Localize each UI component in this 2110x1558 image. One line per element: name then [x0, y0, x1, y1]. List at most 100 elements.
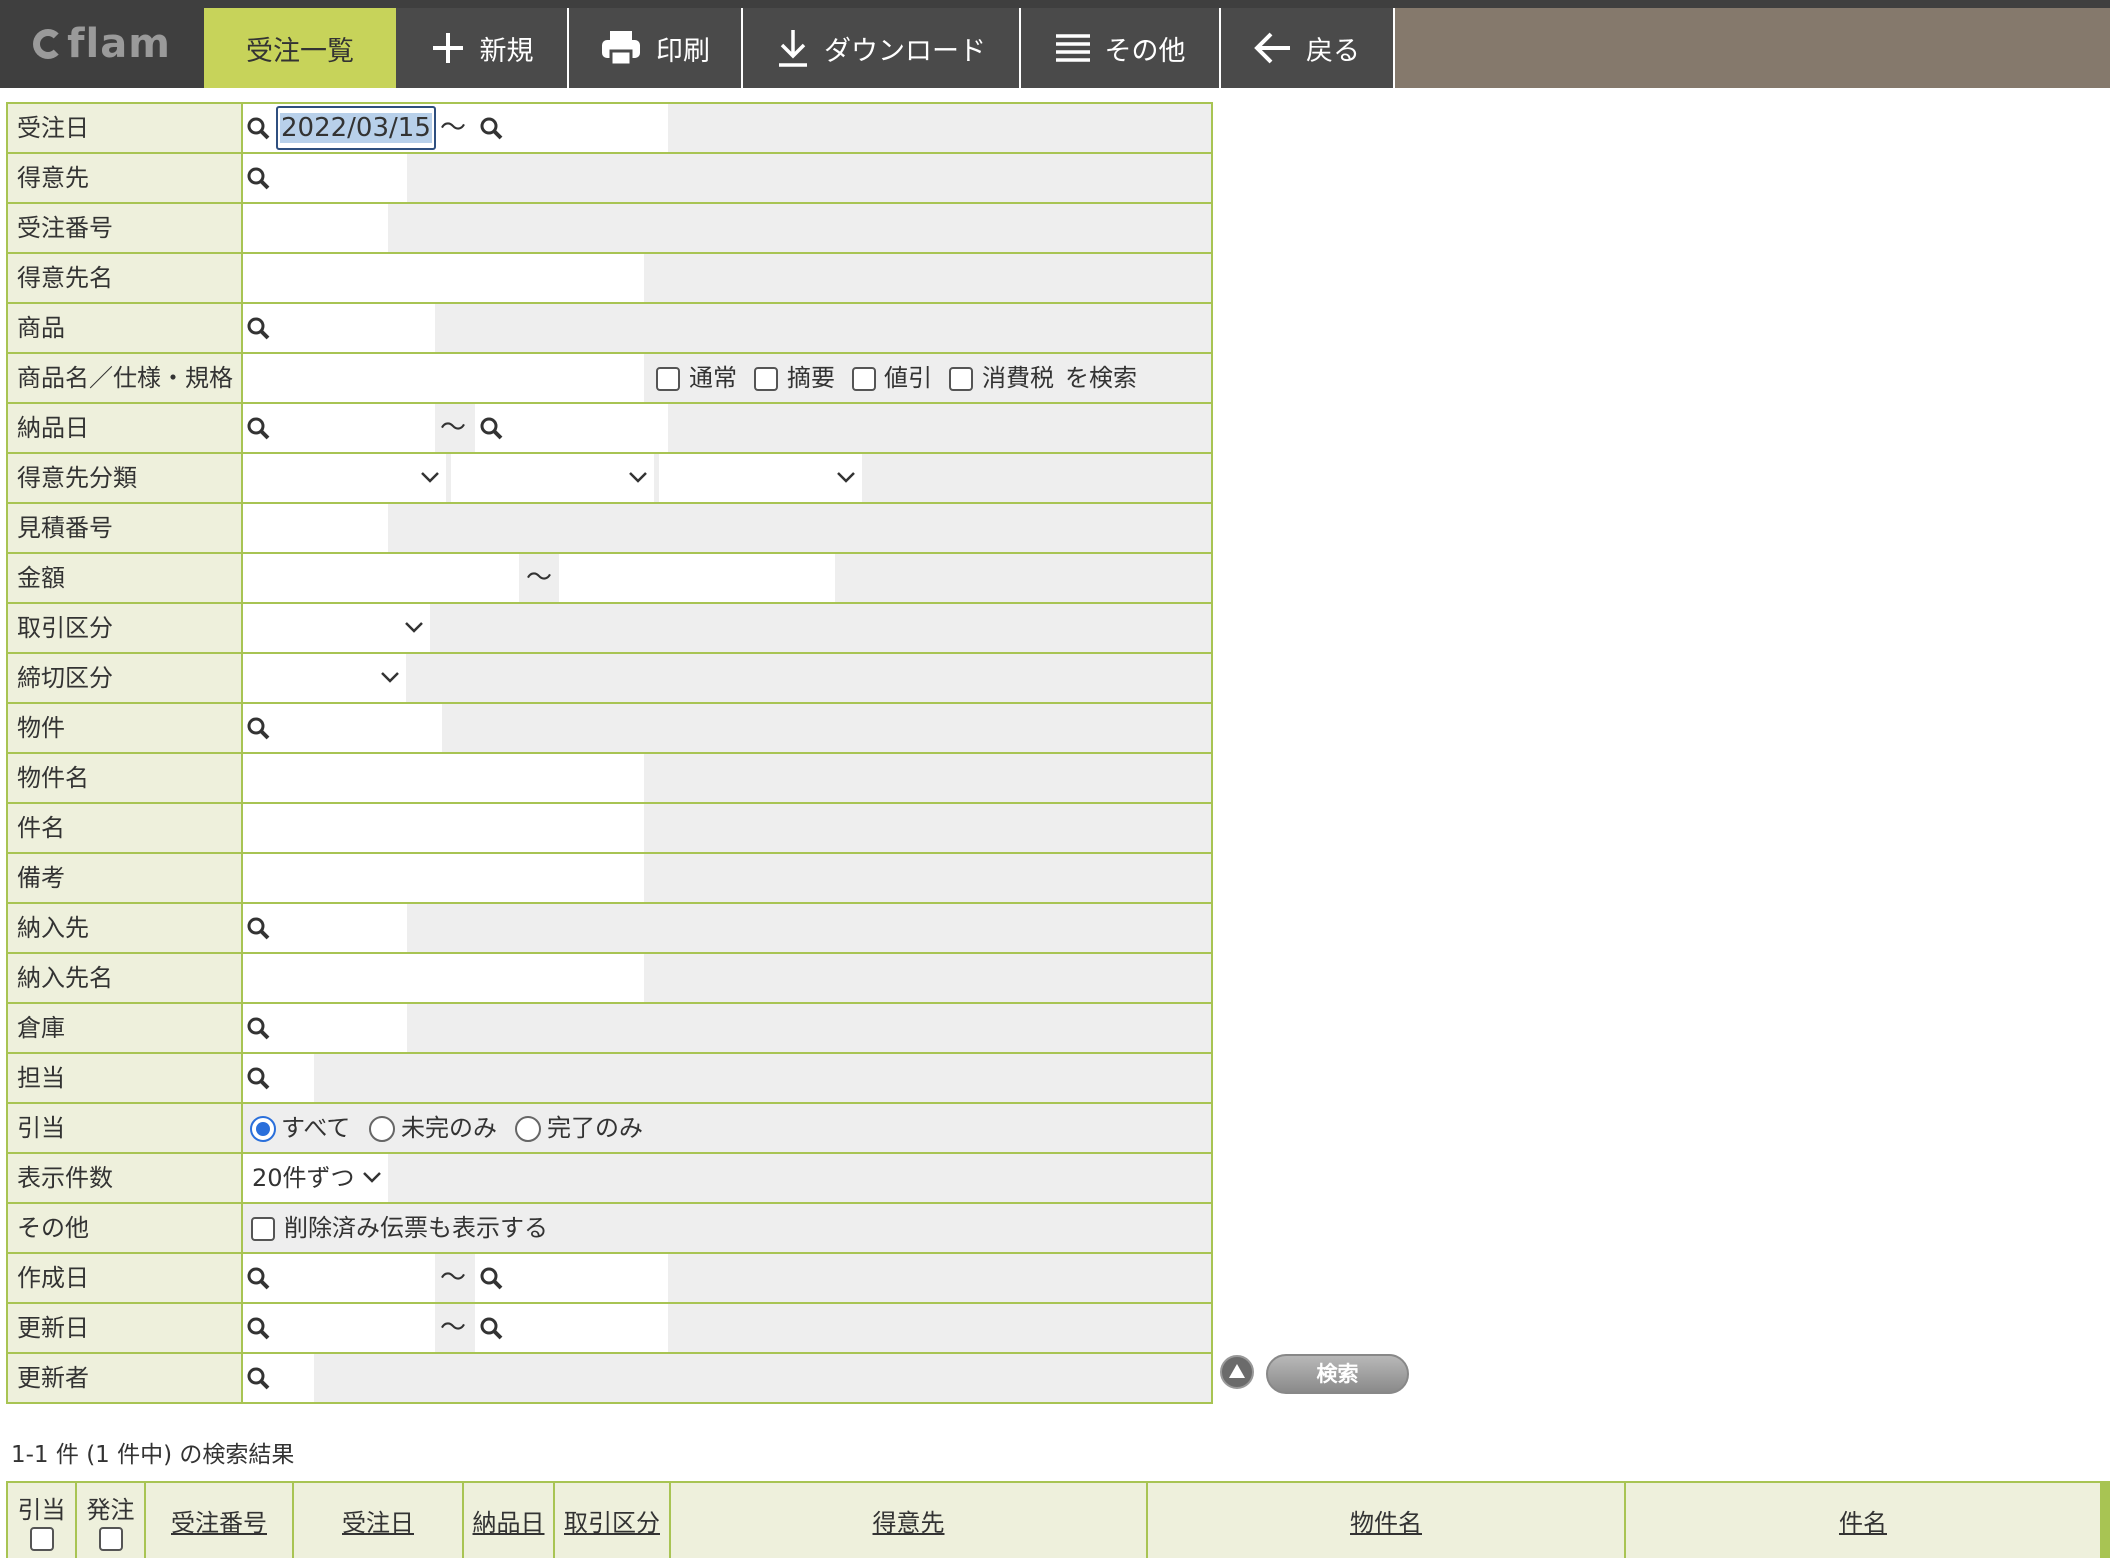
row-product-spec: 商品名／仕様・規格 通常 摘要 値引 消費税 を検索 — [8, 354, 1211, 402]
col-order-date[interactable]: 受注日 — [294, 1483, 462, 1558]
label-estimate-no: 見積番号 — [8, 504, 241, 552]
logo-mark-icon — [33, 29, 64, 59]
estimate-no-input[interactable] — [243, 504, 388, 552]
print-button[interactable]: 印刷 — [569, 8, 743, 88]
order-date-from-input[interactable]: 2022/03/15 — [276, 106, 436, 150]
search-icon[interactable] — [246, 916, 270, 940]
collapse-toggle-icon[interactable] — [1220, 1355, 1254, 1389]
search-icon[interactable] — [246, 1366, 270, 1390]
search-form: 受注日 2022/03/15 〜 得意先 受注番号 得意先名 商品 商品名／仕様… — [6, 102, 1213, 1404]
col-trade-type[interactable]: 取引区分 — [555, 1483, 669, 1558]
label-other: その他 — [8, 1204, 241, 1252]
search-icon[interactable] — [479, 416, 503, 440]
tax-checkbox[interactable] — [949, 367, 973, 391]
sort-subject-link[interactable]: 件名 — [1839, 1503, 1887, 1538]
amount-from-input[interactable] — [243, 554, 519, 602]
col-order-no[interactable]: 受注番号 — [146, 1483, 292, 1558]
row-amount: 金額 〜 — [8, 554, 1211, 602]
sort-trade-type-link[interactable]: 取引区分 — [564, 1503, 660, 1538]
back-button[interactable]: 戻る — [1221, 8, 1395, 88]
row-customer: 得意先 — [8, 154, 1211, 202]
chevron-down-icon — [837, 472, 855, 483]
download-button[interactable]: ダウンロード — [743, 8, 1021, 88]
search-icon[interactable] — [479, 1316, 503, 1340]
row-staff: 担当 — [8, 1054, 1211, 1102]
created-date-to-input[interactable] — [475, 1254, 668, 1302]
logo-area[interactable]: flam — [0, 0, 204, 88]
product-spec-input[interactable] — [243, 354, 644, 402]
closing-type-select[interactable] — [243, 654, 406, 702]
page-size-select[interactable]: 20件ずつ — [243, 1154, 388, 1202]
ship-to-name-input[interactable] — [243, 954, 644, 1002]
show-deleted-checkbox[interactable] — [251, 1217, 275, 1241]
logo-text: flam — [67, 21, 171, 67]
remarks-input[interactable] — [243, 854, 644, 902]
sort-order-date-link[interactable]: 受注日 — [342, 1503, 414, 1538]
search-icon[interactable] — [246, 716, 270, 740]
subject-input[interactable] — [243, 804, 644, 852]
col-allocation: 引当 — [8, 1483, 75, 1558]
discount-checkbox[interactable] — [852, 367, 876, 391]
delivery-date-to-input[interactable] — [475, 404, 668, 452]
property-name-input[interactable] — [243, 754, 644, 802]
new-button[interactable]: 新規 — [396, 8, 569, 88]
created-date-from-input[interactable] — [243, 1254, 435, 1302]
order-no-input[interactable] — [243, 204, 388, 252]
order-date-from-value: 2022/03/15 — [280, 113, 432, 143]
allocation-all-checkbox[interactable] — [29, 1527, 54, 1551]
customer-class-select-2[interactable] — [451, 454, 654, 502]
search-button[interactable]: 検索 — [1266, 1354, 1409, 1394]
plus-icon — [432, 33, 463, 63]
customer-class-select-1[interactable] — [243, 454, 446, 502]
search-icon[interactable] — [479, 1266, 503, 1290]
allocation-incomplete-radio[interactable] — [369, 1116, 395, 1142]
col-delivery-date[interactable]: 納品日 — [464, 1483, 553, 1558]
normal-label: 通常 — [689, 364, 737, 392]
row-customer-class: 得意先分類 — [8, 454, 1211, 502]
search-icon[interactable] — [246, 1016, 270, 1040]
trade-type-select[interactable] — [243, 604, 430, 652]
search-icon[interactable] — [246, 316, 270, 340]
search-icon[interactable] — [246, 416, 270, 440]
download-icon — [779, 30, 807, 67]
label-customer: 得意先 — [8, 154, 241, 202]
search-icon[interactable] — [246, 116, 270, 140]
normal-checkbox[interactable] — [656, 367, 680, 391]
page-size-value: 20件ずつ — [252, 1164, 355, 1192]
col-customer[interactable]: 得意先 — [671, 1483, 1146, 1558]
search-icon[interactable] — [479, 116, 503, 140]
summary-checkbox[interactable] — [754, 367, 778, 391]
results-table-header: 引当 発注 受注番号 受注日 納品日 取引区分 得意先 物件名 件名 — [6, 1481, 2110, 1558]
label-property: 物件 — [8, 704, 241, 752]
customer-class-select-3[interactable] — [659, 454, 862, 502]
order-all-checkbox[interactable] — [98, 1527, 123, 1551]
sort-delivery-date-link[interactable]: 納品日 — [473, 1503, 545, 1538]
row-delivery-date: 納品日 〜 — [8, 404, 1211, 452]
amount-to-input[interactable] — [559, 554, 835, 602]
tab-order-list[interactable]: 受注一覧 — [204, 8, 396, 88]
search-icon[interactable] — [246, 166, 270, 190]
customer-name-input[interactable] — [243, 254, 644, 302]
label-warehouse: 倉庫 — [8, 1004, 241, 1052]
search-icon[interactable] — [246, 1266, 270, 1290]
col-property-name[interactable]: 物件名 — [1148, 1483, 1624, 1558]
search-icon[interactable] — [246, 1316, 270, 1340]
chevron-down-icon — [421, 472, 439, 483]
allocation-complete-radio[interactable] — [515, 1116, 541, 1142]
sort-order-no-link[interactable]: 受注番号 — [171, 1503, 267, 1538]
col-subject[interactable]: 件名 — [1626, 1483, 2100, 1558]
updated-date-from-input[interactable] — [243, 1304, 435, 1352]
row-updated-date: 更新日 〜 — [8, 1304, 1211, 1352]
delivery-date-from-input[interactable] — [243, 404, 435, 452]
property-input[interactable] — [243, 704, 442, 752]
sort-property-name-link[interactable]: 物件名 — [1350, 1503, 1422, 1538]
order-date-to-input[interactable] — [507, 104, 668, 152]
row-updated-by: 更新者 — [8, 1354, 1211, 1402]
row-ship-to: 納入先 — [8, 904, 1211, 952]
product-input[interactable] — [243, 304, 435, 352]
search-icon[interactable] — [246, 1066, 270, 1090]
more-button[interactable]: その他 — [1021, 8, 1221, 88]
updated-date-to-input[interactable] — [475, 1304, 668, 1352]
allocation-all-radio[interactable] — [250, 1116, 276, 1142]
sort-customer-link[interactable]: 得意先 — [873, 1503, 945, 1538]
